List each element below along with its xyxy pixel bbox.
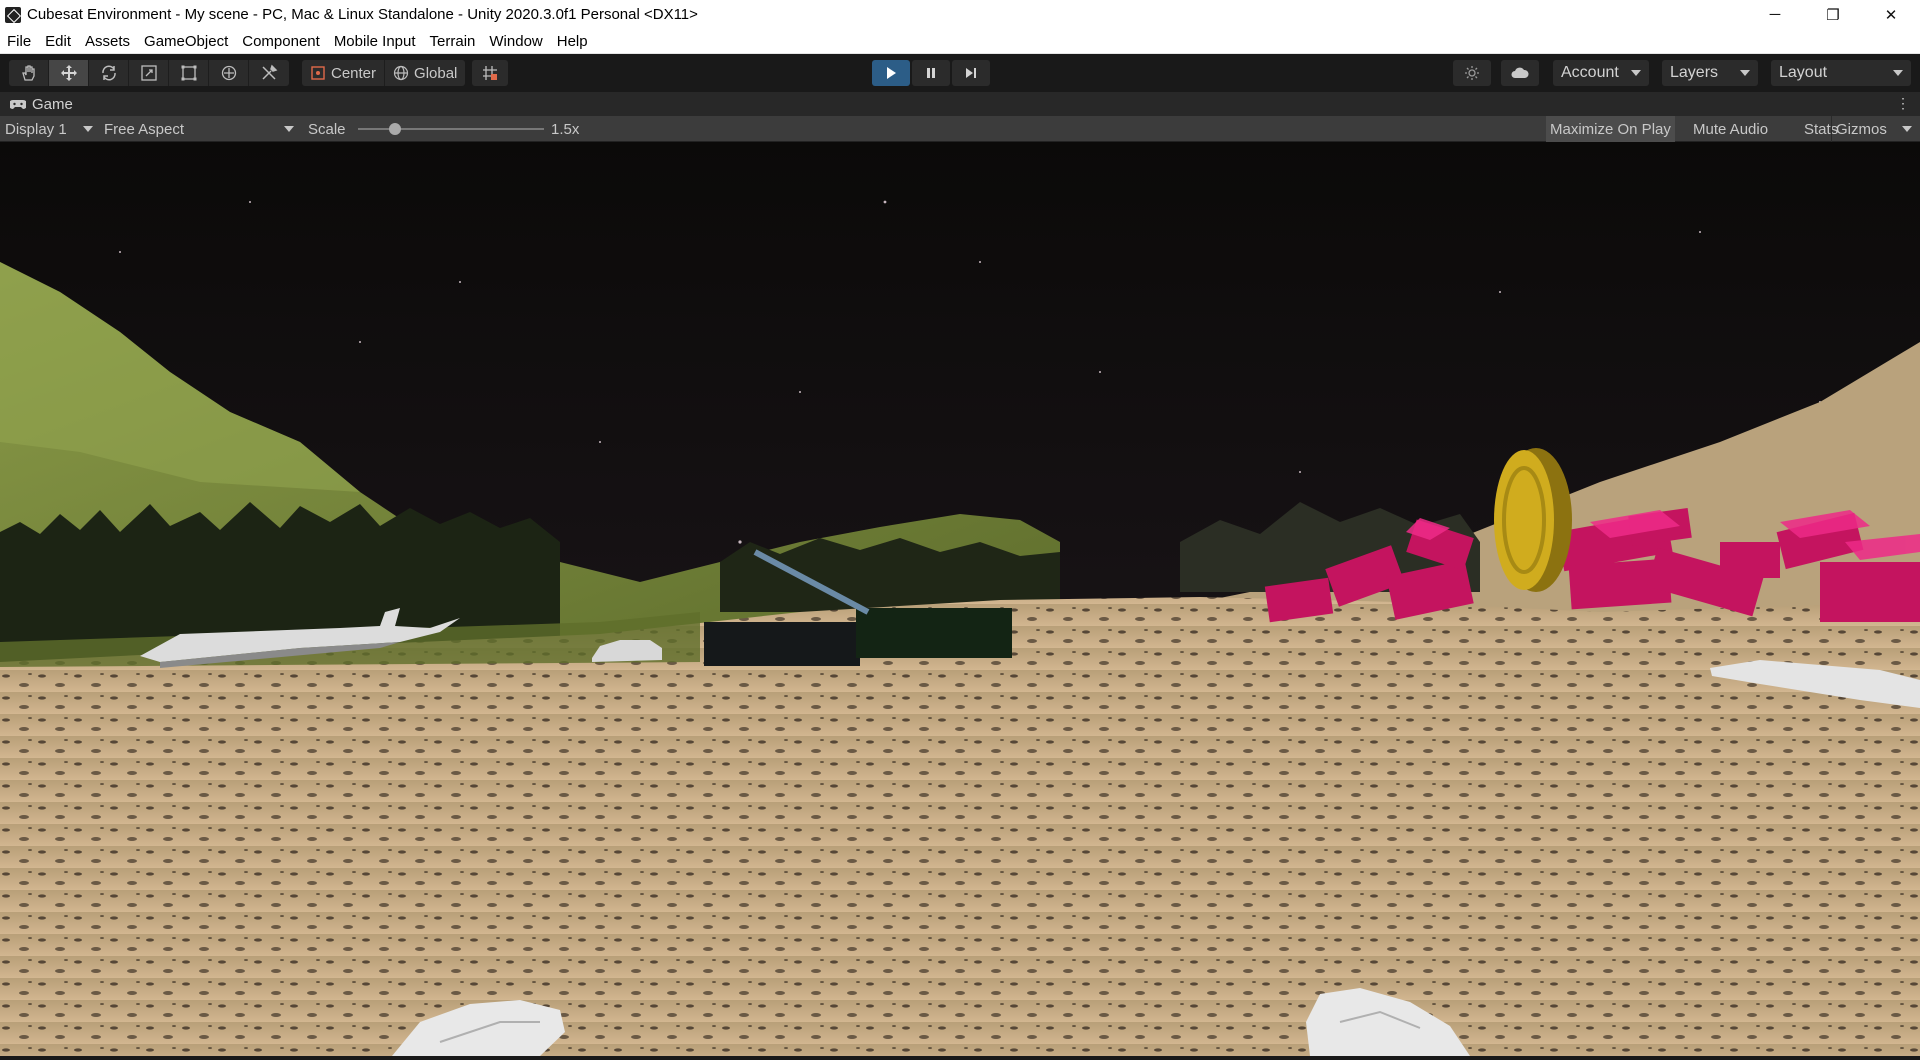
account-label: Account	[1561, 64, 1619, 81]
rotate-icon	[101, 65, 116, 81]
transform-tools	[9, 60, 289, 86]
rotate-tool-button[interactable]	[89, 60, 129, 86]
bottom-status-strip	[0, 1056, 1920, 1060]
layers-dropdown[interactable]: Layers	[1662, 60, 1758, 86]
mute-audio-toggle[interactable]: Mute Audio	[1689, 116, 1772, 142]
menu-component[interactable]: Component	[235, 29, 327, 54]
sand-terrain	[0, 597, 1920, 1056]
rect-icon	[181, 65, 196, 81]
playmode-controls	[872, 60, 990, 86]
menu-edit[interactable]: Edit	[38, 29, 78, 54]
game-view-controls: Display 1 Free Aspect Scale 1.5x Maximiz…	[0, 116, 1920, 142]
pivot-center-icon	[311, 66, 325, 80]
pivot-global-label: Global	[414, 64, 458, 82]
scale-tool-button[interactable]	[129, 60, 169, 86]
pause-icon	[927, 68, 935, 78]
collab-icon	[1465, 66, 1479, 80]
minimize-button[interactable]: ─	[1746, 0, 1804, 29]
scale-label: Scale	[308, 120, 346, 138]
play-icon	[887, 67, 896, 79]
chevron-down-icon	[1893, 70, 1903, 76]
aspect-dropdown[interactable]: Free Aspect	[104, 116, 296, 142]
menu-mobile-input[interactable]: Mobile Input	[327, 29, 423, 54]
move-tool-button[interactable]	[49, 60, 89, 86]
window-title: Cubesat Environment - My scene - PC, Mac…	[27, 6, 698, 23]
step-icon	[966, 68, 976, 78]
move-icon	[60, 65, 77, 81]
menu-assets[interactable]: Assets	[78, 29, 137, 54]
layers-label: Layers	[1670, 64, 1719, 81]
display-label: Display 1	[5, 120, 67, 138]
gizmos-toggle[interactable]: Gizmos	[1832, 116, 1891, 142]
cloud-button[interactable]	[1501, 60, 1539, 86]
display-dropdown[interactable]: Display 1	[5, 116, 93, 142]
pivot-center-toggle[interactable]: Center	[302, 60, 386, 86]
game-viewport[interactable]	[0, 142, 1920, 1056]
grid-snap-group	[472, 60, 508, 86]
chevron-down-icon	[83, 126, 93, 132]
menu-help[interactable]: Help	[550, 29, 595, 54]
main-toolbar: Center Global Account Layers Layout	[0, 54, 1920, 92]
custom-tools-button[interactable]	[249, 60, 289, 86]
scale-icon	[140, 65, 157, 81]
tab-game-label: Game	[32, 95, 73, 113]
globe-icon	[393, 65, 409, 81]
more-options-icon[interactable]: ⋮	[1896, 96, 1910, 110]
collab-button[interactable]	[1453, 60, 1491, 86]
game-tab-bar: Game ⋮	[0, 92, 1920, 116]
scale-slider[interactable]	[358, 123, 544, 135]
step-button[interactable]	[952, 60, 990, 86]
maximize-on-play-toggle[interactable]: Maximize On Play	[1546, 116, 1675, 142]
hand-tool-button[interactable]	[9, 60, 49, 86]
scale-slider-handle[interactable]	[389, 123, 402, 135]
pivot-toggles: Center Global	[302, 60, 466, 86]
play-button[interactable]	[872, 60, 910, 86]
menu-terrain[interactable]: Terrain	[423, 29, 483, 54]
transform-tool-button[interactable]	[209, 60, 249, 86]
scale-value: 1.5x	[551, 120, 580, 138]
window-controls: ─ ❐ ✕	[1746, 0, 1920, 29]
menu-gameobject[interactable]: GameObject	[137, 29, 235, 54]
pause-button[interactable]	[912, 60, 950, 86]
layout-dropdown[interactable]: Layout	[1771, 60, 1911, 86]
menu-file[interactable]: File	[0, 29, 38, 54]
menu-bar: File Edit Assets GameObject Component Mo…	[0, 29, 1920, 54]
cloud-icon	[1511, 67, 1529, 78]
rect-tool-button[interactable]	[169, 60, 209, 86]
custom-tools-icon	[262, 64, 278, 80]
chevron-down-icon	[1631, 70, 1641, 76]
toolbar-right: Account Layers Layout	[1453, 60, 1920, 86]
pivot-global-toggle[interactable]: Global	[385, 60, 465, 86]
tab-game[interactable]: Game	[0, 92, 83, 116]
account-dropdown[interactable]: Account	[1553, 60, 1649, 86]
menu-window[interactable]: Window	[482, 29, 549, 54]
grid-snap-icon	[483, 66, 497, 80]
close-button[interactable]: ✕	[1862, 0, 1920, 29]
gold-coin	[1494, 448, 1572, 592]
title-bar: Cubesat Environment - My scene - PC, Mac…	[0, 0, 1920, 29]
chevron-down-icon	[1740, 70, 1750, 76]
maximize-button[interactable]: ❐	[1804, 0, 1862, 29]
transform-icon	[221, 65, 236, 81]
unity-logo-icon	[5, 6, 21, 23]
pivot-center-label: Center	[331, 64, 377, 82]
scene-render	[0, 142, 1920, 1056]
hand-icon	[21, 65, 35, 81]
chevron-down-icon	[284, 126, 294, 132]
aspect-label: Free Aspect	[104, 120, 185, 138]
layout-label: Layout	[1779, 64, 1828, 81]
gizmos-chevron-down-icon[interactable]	[1902, 126, 1912, 132]
gamepad-icon	[10, 99, 26, 109]
grid-snap-button[interactable]	[472, 60, 508, 86]
